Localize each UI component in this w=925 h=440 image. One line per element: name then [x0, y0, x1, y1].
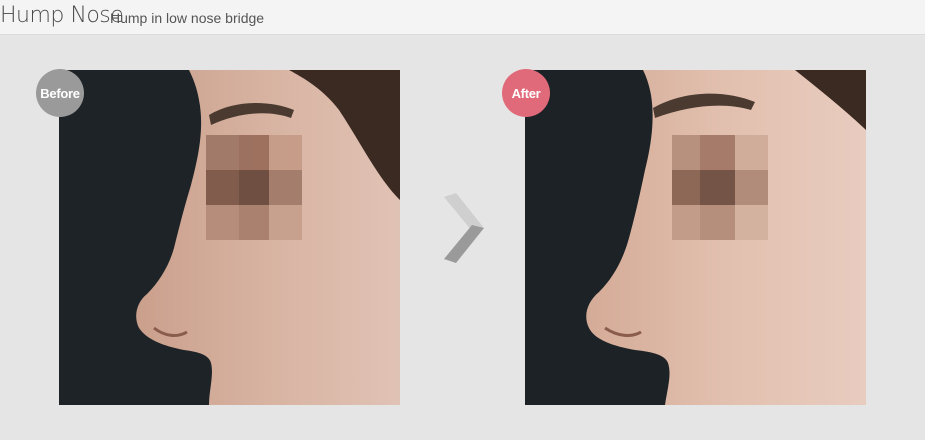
page: Hump Nose Hump in low nose bridge Before… — [0, 0, 925, 440]
before-badge: Before — [36, 69, 84, 117]
after-photo — [525, 70, 866, 405]
before-photo — [59, 70, 400, 405]
chevron-right-icon — [442, 193, 486, 263]
after-badge: After — [502, 69, 550, 117]
header-bar: Hump Nose Hump in low nose bridge — [0, 0, 925, 35]
page-subtitle: Hump in low nose bridge — [110, 10, 265, 26]
page-title: Hump Nose — [0, 3, 124, 28]
